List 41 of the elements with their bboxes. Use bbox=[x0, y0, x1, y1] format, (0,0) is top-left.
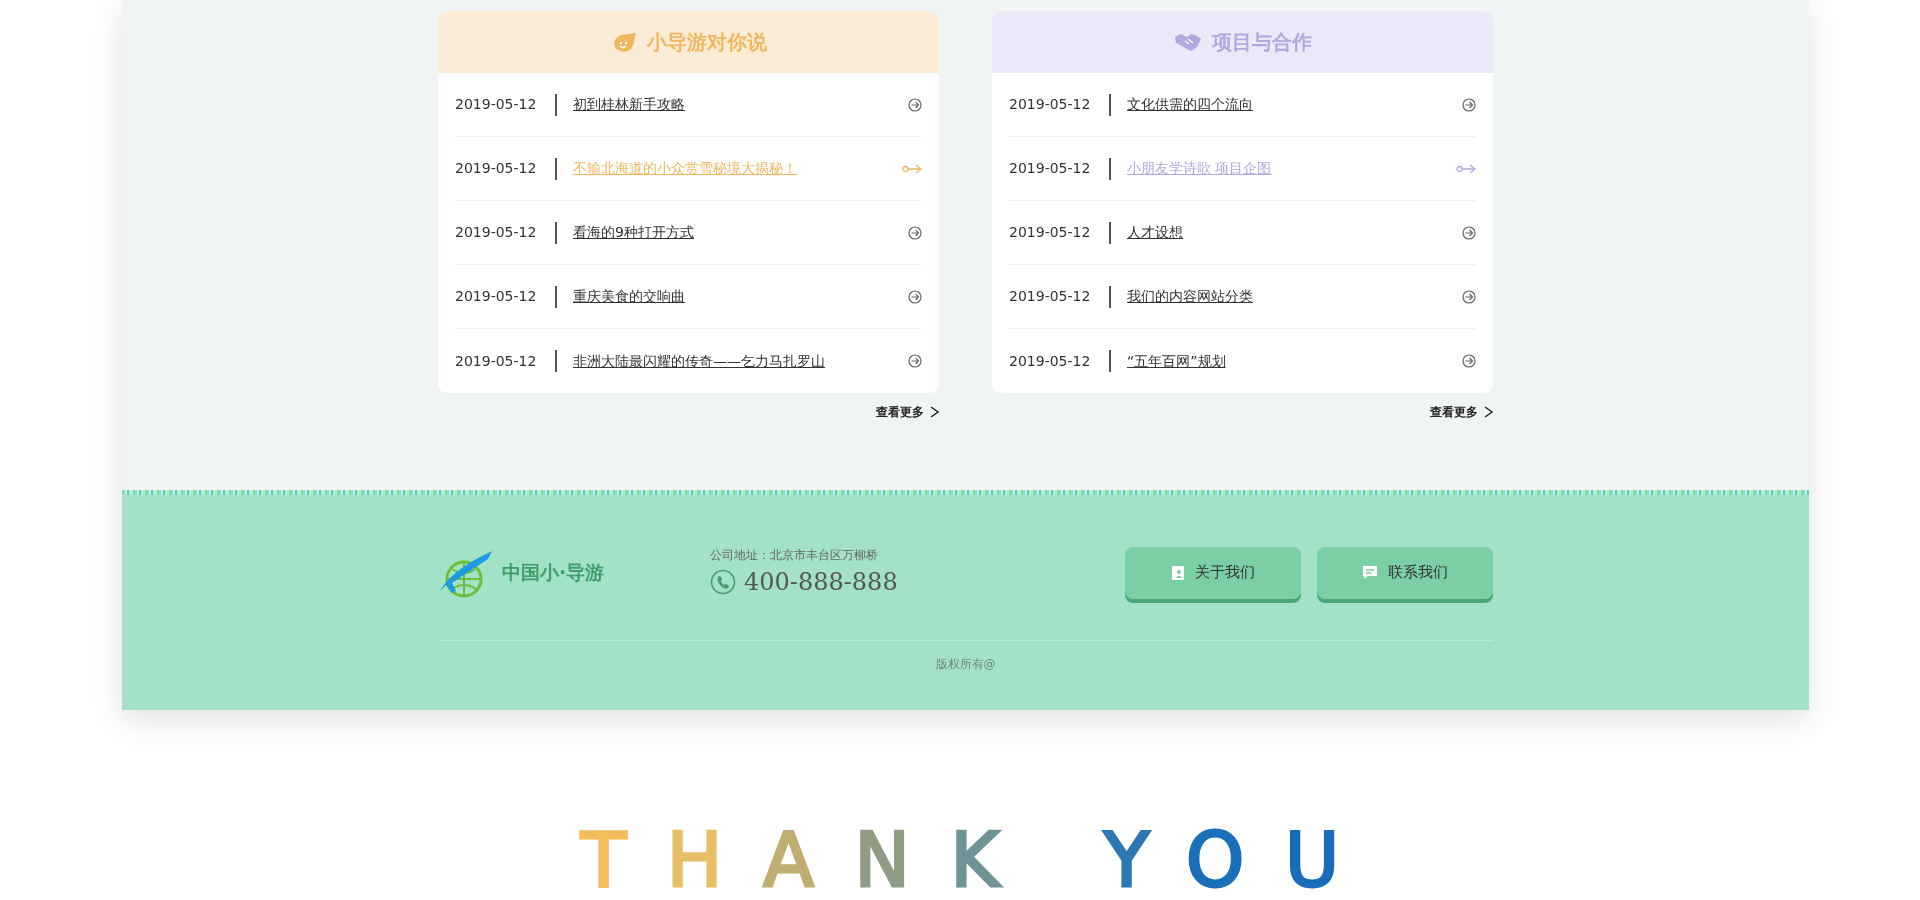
article-link[interactable]: 文化供需的四个流向 bbox=[1127, 94, 1462, 115]
article-link[interactable]: 人才设想 bbox=[1127, 222, 1462, 243]
article-link[interactable]: 非洲大陆最闪耀的传奇——乞力马扎罗山 bbox=[573, 350, 908, 372]
article-link[interactable]: “五年百网”规划 bbox=[1127, 350, 1462, 372]
date-text: 2019-05-12 bbox=[455, 159, 537, 178]
phone-number: 400-888-888 bbox=[744, 566, 898, 598]
article-link[interactable]: 初到桂林新手攻略 bbox=[573, 94, 908, 115]
chevron-right-icon bbox=[930, 406, 939, 418]
address-text: 公司地址：北京市丰台区万柳桥 bbox=[710, 546, 879, 564]
circle-arrow-icon bbox=[908, 354, 922, 368]
copyright-text: 版权所有@ bbox=[438, 640, 1493, 673]
circle-arrow-icon bbox=[1462, 289, 1476, 304]
date-text: 2019-05-12 bbox=[1009, 223, 1091, 242]
article-link[interactable]: 我们的内容网站分类 bbox=[1127, 286, 1462, 307]
card-title: 小导游对你说 bbox=[646, 29, 767, 56]
date-text: 2019-05-12 bbox=[455, 223, 537, 242]
circle-arrow-icon bbox=[908, 225, 922, 240]
article-link[interactable]: 重庆美食的交响曲 bbox=[573, 286, 908, 307]
date-text: 2019-05-12 bbox=[1009, 95, 1091, 114]
circle-arrow-icon bbox=[908, 97, 922, 112]
article-link[interactable]: 看海的9种打开方式 bbox=[573, 222, 908, 243]
circle-arrow-icon bbox=[1462, 354, 1476, 368]
date-text: 2019-05-12 bbox=[455, 95, 537, 114]
date-text: 2019-05-12 bbox=[1009, 287, 1091, 306]
arrow-right-icon bbox=[902, 163, 922, 174]
more-link[interactable]: 查看更多 bbox=[876, 403, 924, 421]
date-text: 2019-05-12 bbox=[455, 351, 537, 371]
book-user-icon bbox=[1171, 564, 1185, 581]
logo-text: 中国小·导游 bbox=[502, 560, 606, 586]
chat-icon bbox=[1362, 565, 1378, 580]
circle-arrow-icon bbox=[1462, 225, 1476, 240]
card-title: 项目与合作 bbox=[1211, 29, 1312, 56]
date-text: 2019-05-12 bbox=[1009, 351, 1091, 371]
chevron-right-icon bbox=[1484, 406, 1493, 418]
date-text: 2019-05-12 bbox=[1009, 159, 1091, 178]
date-text: 2019-05-12 bbox=[455, 287, 537, 306]
circle-arrow-icon bbox=[1462, 97, 1476, 112]
phone-icon bbox=[710, 568, 736, 595]
more-link[interactable]: 查看更多 bbox=[1430, 403, 1478, 421]
circle-arrow-icon bbox=[908, 289, 922, 304]
arrow-right-icon bbox=[1456, 163, 1476, 174]
